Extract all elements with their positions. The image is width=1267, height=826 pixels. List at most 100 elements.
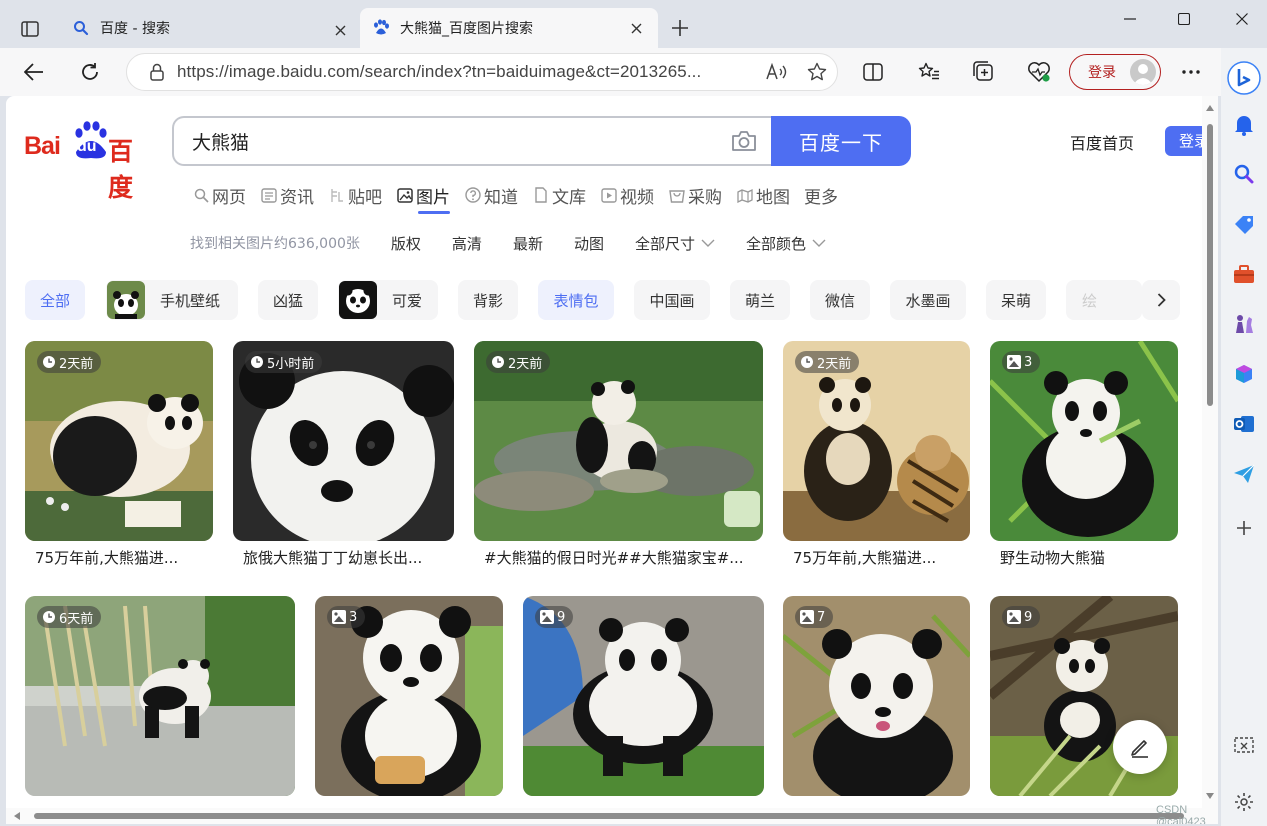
chip-back-view[interactable]: 背影: [458, 280, 518, 320]
notifications-icon[interactable]: [1232, 113, 1256, 137]
settings-gear-icon[interactable]: [1232, 790, 1256, 814]
read-aloud-icon[interactable]: [757, 63, 797, 81]
maximize-button[interactable]: [1164, 6, 1204, 32]
scrollbar-thumb[interactable]: [34, 813, 1184, 819]
nav-more[interactable]: 更多: [804, 180, 838, 210]
tab-close-button[interactable]: [330, 20, 350, 40]
toolbox-icon[interactable]: [1232, 262, 1256, 286]
games-chess-icon[interactable]: [1232, 312, 1256, 336]
screenshot-icon[interactable]: [1232, 734, 1256, 758]
scroll-up-icon[interactable]: [1206, 104, 1214, 112]
chip-chinese-painting[interactable]: 中国画: [634, 280, 710, 320]
filter-hd[interactable]: 高清: [452, 233, 482, 254]
image-caption[interactable]: 75万年前,大熊猫进...: [35, 547, 178, 568]
vertical-scrollbar[interactable]: [1202, 96, 1218, 808]
chip-all[interactable]: 全部: [25, 280, 85, 320]
tab-actions-icon[interactable]: [12, 14, 48, 44]
baidu-home-link[interactable]: 百度首页: [1070, 130, 1134, 154]
filter-size-dropdown[interactable]: 全部尺寸: [635, 233, 715, 254]
image-icon: [396, 186, 414, 204]
more-options-icon[interactable]: [1175, 56, 1207, 88]
image-caption[interactable]: 野生动物大熊猫: [1000, 547, 1105, 568]
address-bar[interactable]: https://image.baidu.com/search/index?tn=…: [126, 53, 838, 91]
chip-ink-painting[interactable]: 水墨画: [890, 280, 966, 320]
chip-fierce[interactable]: 凶猛: [258, 280, 318, 320]
close-window-button[interactable]: [1222, 6, 1262, 32]
news-icon: [260, 186, 278, 204]
search-input[interactable]: 大熊猫: [172, 116, 772, 166]
chip-cute[interactable]: 可爱: [338, 280, 438, 320]
search-button[interactable]: 百度一下: [771, 116, 911, 166]
chip-phone-wallpaper[interactable]: 手机壁纸: [106, 280, 238, 320]
nav-web[interactable]: 网页: [192, 180, 246, 210]
chips-next-button[interactable]: [1142, 280, 1180, 320]
filter-copyright[interactable]: 版权: [391, 233, 421, 254]
chip-wechat[interactable]: 微信: [810, 280, 870, 320]
nav-map[interactable]: 地图: [736, 180, 790, 210]
chip-menglan[interactable]: 萌兰: [730, 280, 790, 320]
chip-label: 呆萌: [1000, 291, 1031, 310]
nav-label: 资讯: [280, 187, 314, 208]
image-caption[interactable]: 75万年前,大熊猫进...: [793, 547, 936, 568]
time-badge: 2天前: [486, 351, 551, 373]
filter-color-dropdown[interactable]: 全部颜色: [746, 233, 826, 254]
shopping-tag-icon[interactable]: [1232, 212, 1256, 236]
time-badge: 6天前: [37, 606, 102, 628]
nav-video[interactable]: 视频: [600, 180, 654, 210]
outlook-icon[interactable]: [1232, 412, 1256, 436]
nav-images[interactable]: 图片: [396, 180, 450, 214]
lock-icon[interactable]: [137, 63, 177, 81]
nav-news[interactable]: 资讯: [260, 180, 314, 210]
refresh-button[interactable]: [74, 56, 106, 88]
search-nav: 网页 资讯 贴吧 图片 知道 文库 视频 采购 地图 更多: [192, 180, 852, 214]
filter-label: 版权: [390, 234, 421, 253]
edit-floating-button[interactable]: [1113, 720, 1167, 774]
chip-drawing[interactable]: 绘: [1066, 280, 1142, 320]
filter-bar: 找到相关图片约636,000张 版权 高清 最新 动图 全部尺寸 全部颜色: [190, 232, 857, 254]
back-button[interactable]: [18, 56, 50, 88]
filter-animated[interactable]: 动图: [574, 233, 604, 254]
video-icon: [600, 186, 618, 204]
scrollbar-thumb[interactable]: [1207, 124, 1213, 406]
chip-emoji[interactable]: 表情包: [538, 280, 614, 320]
add-app-icon[interactable]: [1232, 516, 1256, 540]
chip-dumb-cute[interactable]: 呆萌: [986, 280, 1046, 320]
doc-icon: [532, 186, 550, 204]
nav-tieba[interactable]: 贴吧: [328, 180, 382, 210]
horizontal-scrollbar[interactable]: [6, 808, 1218, 824]
image-caption[interactable]: #大熊猫的假日时光##大熊猫家宝#...: [484, 547, 744, 568]
logo-latin: Bai: [24, 132, 61, 160]
nav-zhidao[interactable]: 知道: [464, 180, 518, 210]
browser-essentials-icon[interactable]: [1023, 56, 1055, 88]
new-tab-button[interactable]: [666, 14, 694, 42]
search-query[interactable]: 大熊猫: [174, 128, 716, 155]
album-icon: [1006, 609, 1022, 625]
tab-baidu-search[interactable]: 百度 - 搜索: [60, 8, 356, 48]
favorite-star-icon[interactable]: [797, 62, 837, 82]
collections-icon[interactable]: [968, 56, 1000, 88]
search-icon[interactable]: [1232, 162, 1256, 186]
album-badge: 9: [1002, 606, 1041, 628]
scroll-down-icon[interactable]: [1206, 792, 1214, 800]
nav-purchase[interactable]: 采购: [668, 180, 722, 210]
bing-copilot-icon[interactable]: [1226, 60, 1262, 96]
nav-wenku[interactable]: 文库: [532, 180, 586, 210]
camera-icon[interactable]: [716, 130, 772, 152]
tab-panda-images[interactable]: 大熊猫_百度图片搜索: [360, 8, 658, 48]
baidu-logo[interactable]: Bai du 百度: [24, 118, 154, 202]
profile-login-button[interactable]: 登录: [1069, 54, 1161, 90]
search-icon: [72, 19, 90, 37]
close-icon[interactable]: [626, 18, 646, 38]
image-caption[interactable]: 旅俄大熊猫丁丁幼崽长出...: [243, 547, 422, 568]
send-telegram-icon[interactable]: [1232, 462, 1256, 486]
clock-icon: [490, 354, 506, 370]
logo-du: du: [77, 138, 97, 155]
album-icon: [799, 609, 815, 625]
url-text[interactable]: https://image.baidu.com/search/index?tn=…: [177, 62, 757, 82]
minimize-button[interactable]: [1110, 6, 1150, 32]
favorites-icon[interactable]: [913, 56, 945, 88]
split-screen-icon[interactable]: [857, 56, 889, 88]
scroll-left-icon[interactable]: [14, 812, 20, 820]
microsoft365-icon[interactable]: [1232, 362, 1256, 386]
filter-latest[interactable]: 最新: [513, 233, 543, 254]
